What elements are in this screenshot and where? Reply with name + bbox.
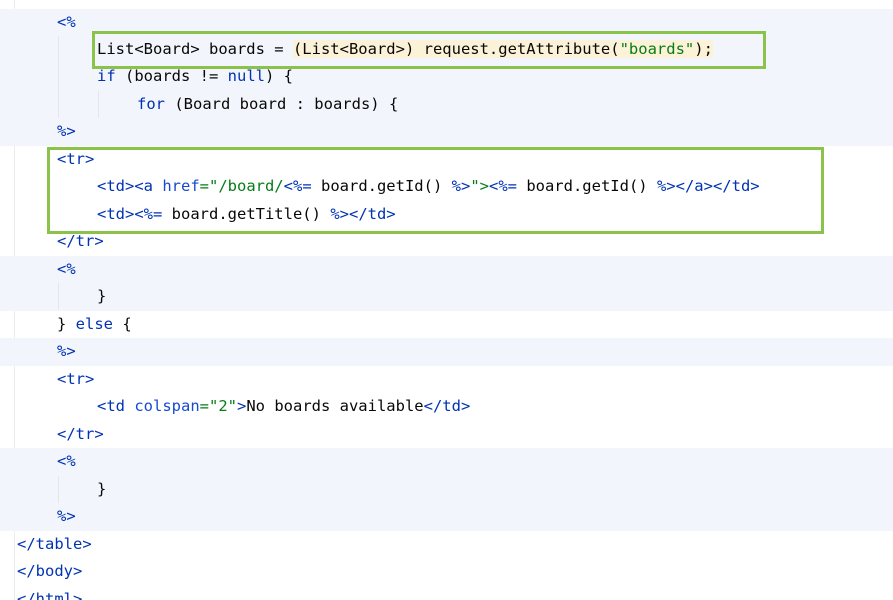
indent-guide (58, 476, 59, 503)
indent-guide (58, 36, 59, 118)
code-token: (boards != (115, 67, 228, 85)
code-token: </td> (423, 397, 471, 415)
code-line-14[interactable]: <tr> (0, 366, 893, 394)
code-token: if (97, 67, 116, 85)
code-token: href (162, 177, 200, 195)
code-line-text: %> (57, 118, 76, 146)
code-token: %> (57, 507, 76, 525)
code-token: </tr> (57, 232, 104, 250)
code-line-text: for (Board board : boards) { (137, 91, 398, 119)
code-token: <%= (488, 177, 517, 195)
code-line-19[interactable]: %> (0, 503, 893, 531)
code-line-text: } (97, 283, 106, 311)
code-token: board.getTitle() (162, 205, 331, 223)
code-token: List<Board> boards = (97, 40, 293, 58)
code-token: <%= (134, 205, 163, 223)
code-token: %> (451, 177, 471, 195)
code-line-12[interactable]: } else { (0, 311, 893, 339)
code-line-text: } else { (57, 311, 132, 339)
code-token: </td> (348, 205, 396, 223)
code-line-2[interactable]: List<Board> boards = (List<Board>) reque… (0, 36, 893, 64)
code-token: ="2" (199, 397, 237, 415)
code-token: } (57, 315, 76, 333)
code-token: %> (330, 205, 349, 223)
code-token: <td> (97, 205, 135, 223)
code-token: <tr> (57, 150, 95, 168)
code-line-16[interactable]: </tr> (0, 421, 893, 449)
code-token: board.getId() (516, 177, 657, 195)
code-line-21[interactable]: </body> (0, 558, 893, 586)
code-line-13[interactable]: %> (0, 338, 893, 366)
code-line-text: <td colspan="2">No boards available</td> (97, 393, 470, 421)
code-token: </tr> (57, 425, 104, 443)
code-line-text: <td><a href="/board/<%= board.getId() %>… (97, 173, 760, 201)
code-token: ="/board/ (199, 177, 284, 195)
code-token: colspan (134, 397, 200, 415)
code-token: "boards" (619, 40, 695, 58)
code-token: <%= (283, 177, 312, 195)
code-line-20[interactable]: </table> (0, 531, 893, 559)
code-line-text: if (boards != null) { (97, 63, 293, 91)
code-token: <tr> (57, 370, 95, 388)
code-token: </body> (17, 562, 83, 580)
code-token: ) { (264, 67, 293, 85)
code-line-10[interactable]: <% (0, 256, 893, 284)
code-token: else (75, 315, 113, 333)
code-line-11[interactable]: } (0, 283, 893, 311)
code-line-15[interactable]: <td colspan="2">No boards available</td> (0, 393, 893, 421)
code-line-text: <% (57, 9, 76, 37)
code-token: <td><a (97, 177, 163, 195)
code-token: > (236, 397, 247, 415)
code-line-1[interactable]: <% (0, 9, 893, 37)
code-line-text: <% (57, 256, 76, 284)
code-line-5[interactable]: %> (0, 118, 893, 146)
code-token: } (97, 287, 107, 305)
code-line-text: </tr> (57, 421, 104, 449)
code-line-22[interactable]: </html> (0, 586, 893, 600)
code-line-text: <td><%= board.getTitle() %></td> (97, 201, 396, 229)
code-editor[interactable]: <% List<Board> boards = (List<Board>) req… (0, 0, 893, 600)
code-line-6[interactable]: <tr> (0, 146, 893, 174)
code-token: </a></td> (675, 177, 760, 195)
code-line-text: <tr> (57, 146, 94, 174)
code-token: <% (57, 260, 76, 278)
code-token: (Board board : boards) { (165, 95, 399, 113)
code-token: (List<Board>) request.getAttribute( (292, 40, 620, 58)
code-line-text: } (97, 476, 106, 504)
code-token: ); (694, 40, 713, 58)
code-token: %> (57, 342, 76, 360)
code-token: "> (470, 177, 489, 195)
code-line-text: </tr> (57, 228, 104, 256)
code-token: board.getId() (311, 177, 452, 195)
code-line-text: %> (57, 338, 76, 366)
code-line-9[interactable]: </tr> (0, 228, 893, 256)
code-line-text: </body> (17, 558, 82, 586)
code-line-17[interactable]: <% (0, 448, 893, 476)
indent-guide (58, 283, 59, 310)
code-token: No boards available (246, 397, 424, 415)
code-line-text: <% (57, 448, 76, 476)
code-line-18[interactable]: } (0, 476, 893, 504)
code-token: </html> (17, 590, 83, 600)
code-token: %> (57, 122, 76, 140)
code-token: { (113, 315, 132, 333)
code-token: for (137, 95, 165, 113)
code-line-text: %> (57, 503, 76, 531)
code-line-text: List<Board> boards = (List<Board>) reque… (97, 36, 713, 64)
code-token: </table> (17, 535, 92, 553)
code-line-text: </html> (17, 586, 82, 600)
code-line-3[interactable]: if (boards != null) { (0, 63, 893, 91)
code-token: <% (57, 452, 76, 470)
code-token: null (227, 67, 265, 85)
code-token: <% (57, 13, 76, 31)
code-line-text: </table> (17, 531, 92, 559)
code-token: %> (656, 177, 676, 195)
code-line-4[interactable]: for (Board board : boards) { (0, 91, 893, 119)
code-token: } (97, 480, 107, 498)
code-line-8[interactable]: <td><%= board.getTitle() %></td> (0, 201, 893, 229)
indent-guide (98, 91, 99, 118)
code-line-text: <tr> (57, 366, 94, 394)
code-line-7[interactable]: <td><a href="/board/<%= board.getId() %>… (0, 173, 893, 201)
code-token: <td (97, 397, 135, 415)
